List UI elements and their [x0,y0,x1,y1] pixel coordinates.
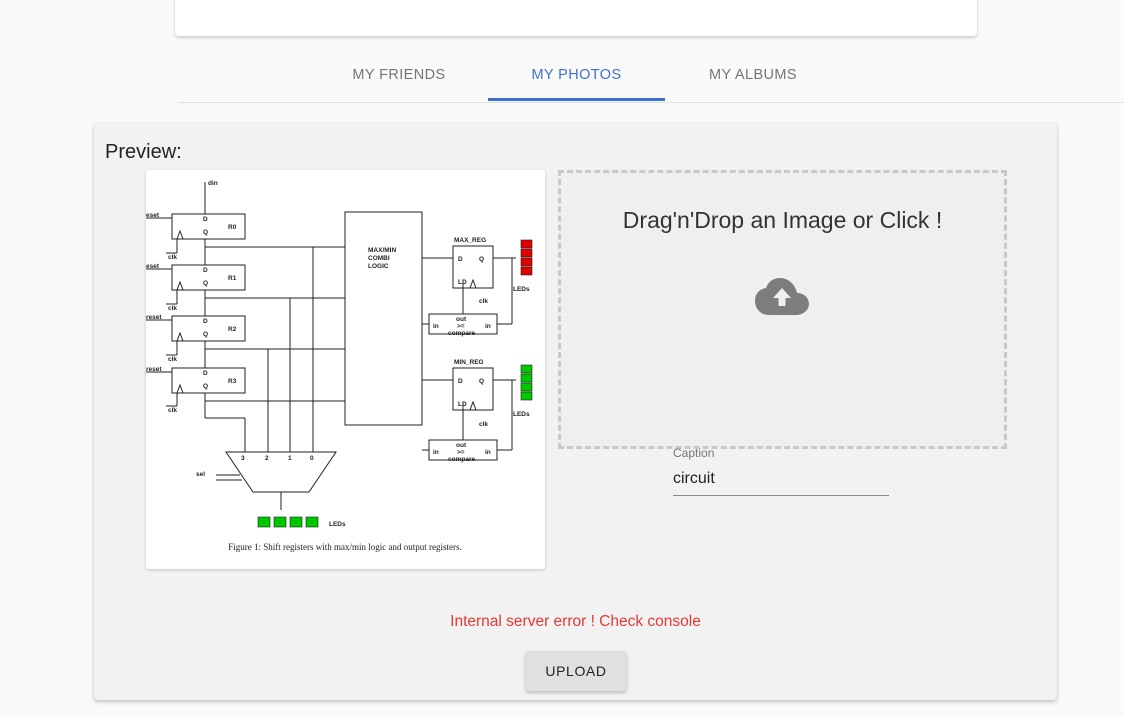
reset-label: eset [146,212,160,219]
sel-label: sel [196,471,205,478]
din-label: din [208,180,218,187]
mux-input-label: 2 [265,455,269,462]
q-pin-label: Q [203,229,208,236]
mux-input-label: 3 [241,455,245,462]
compare-op-label: >= [457,323,465,330]
clk-label: clk [168,407,177,414]
q-pin-label: Q [479,256,484,263]
max-reg-title: MAX_REG [454,237,486,244]
tab-my-photos[interactable]: MY PHOTOS [488,44,665,101]
caption-label: Caption [673,446,715,460]
error-message: Internal server error ! Check console [450,613,701,630]
dropzone-text: Drag'n'Drop an Image or Click ! [622,207,943,233]
caption-input[interactable] [673,466,889,496]
d-pin-label: D [203,370,208,377]
compare-label: compare [448,330,475,337]
register-name: R3 [228,378,237,385]
led [520,364,533,374]
image-preview: din eset eset reset reset D Q R0 D Q R1 … [146,170,545,569]
compare-op-label: >= [457,449,465,456]
q-pin-label: Q [203,331,208,338]
leds-label: LEDs [513,286,530,293]
mux-input-label: 1 [288,455,292,462]
top-card [175,0,977,36]
ld-label: LD [458,401,467,408]
compare-out-label: out [456,316,467,323]
register-name: R0 [228,224,237,231]
compare-in-label: in [485,449,491,456]
led [520,382,533,392]
compare-in-label: in [433,323,439,330]
figure-caption: Figure 1: Shift registers with max/min l… [228,542,461,552]
preview-label: Preview: [105,141,182,163]
image-dropzone[interactable]: Drag'n'Drop an Image or Click ! [558,170,1007,449]
led [520,239,533,249]
leds-label: LEDs [513,411,530,418]
clk-label: clk [479,421,488,428]
led [257,516,271,528]
led [520,266,533,276]
tab-my-albums[interactable]: MY ALBUMS [703,44,803,101]
mux-input-label: 0 [310,455,314,462]
circuit-diagram-image: din eset eset reset reset D Q R0 D Q R1 … [146,170,545,569]
clk-label: clk [168,356,177,363]
reset-label: reset [146,366,162,373]
compare-out-label: out [456,442,467,449]
upload-button[interactable]: UPLOAD [525,651,627,691]
compare-in-label: in [485,323,491,330]
d-pin-label: D [203,318,208,325]
d-pin-label: D [203,216,208,223]
led [305,516,319,528]
tab-active-indicator [488,98,665,101]
clk-label: clk [168,254,177,261]
q-pin-label: Q [203,383,208,390]
logic-label: COMBI [368,255,390,262]
led [520,391,533,401]
led [289,516,303,528]
logic-label: MAX/MIN [368,247,396,254]
leds-label: LEDs [329,521,346,528]
led [520,248,533,258]
led [273,516,287,528]
clk-label: clk [479,298,488,305]
cloud-upload-icon [755,278,809,315]
register-name: R1 [228,275,237,282]
reset-label: eset [146,263,160,270]
tab-bar: MY FRIENDS MY PHOTOS MY ALBUMS [178,44,1124,103]
q-pin-label: Q [479,378,484,385]
register-name: R2 [228,326,237,333]
reset-label: reset [146,314,162,321]
caption-field: Caption [673,446,889,496]
compare-label: compare [448,456,475,463]
d-pin-label: D [203,267,208,274]
logic-label: LOGIC [368,263,389,270]
upload-panel: Preview: din eset eset reset reset D Q R… [94,123,1057,700]
ld-label: LD [458,279,467,286]
tab-my-friends[interactable]: MY FRIENDS [347,44,451,101]
min-reg-title: MIN_REG [454,359,484,366]
led [520,257,533,267]
compare-in-label: in [433,449,439,456]
clk-label: clk [168,305,177,312]
q-pin-label: Q [203,280,208,287]
led [520,373,533,383]
d-pin-label: D [458,378,463,385]
d-pin-label: D [458,256,463,263]
